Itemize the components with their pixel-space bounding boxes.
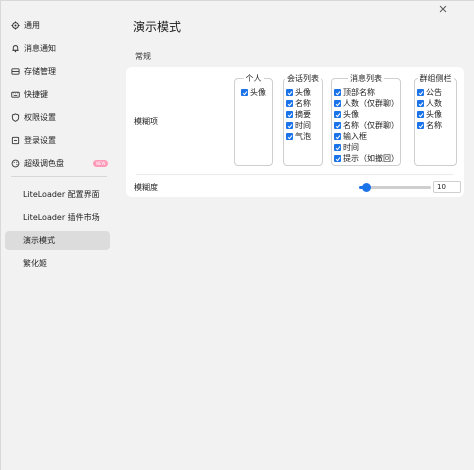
sidebar-item-label: 快捷键 <box>24 90 48 99</box>
checkbox-personal-avatar[interactable]: 头像 <box>241 88 266 97</box>
sidebar-item-demo-mode[interactable]: 演示模式 <box>5 231 110 250</box>
storage-icon <box>10 67 20 77</box>
check-icon <box>334 111 341 118</box>
gear-icon <box>10 21 20 31</box>
group-message-list: 消息列表 顶部名称 人数（仅群聊） 头像 名称（仅群聊） 输入框 时间 提示（如… <box>331 74 401 166</box>
sidebar-item-permissions[interactable]: 权限设置 <box>5 108 110 127</box>
sidebar-item-storage[interactable]: 存储管理 <box>5 62 110 81</box>
shield-icon <box>10 113 20 123</box>
check-icon <box>334 100 341 107</box>
check-icon <box>417 111 424 118</box>
sidebar-item-liteloader-config[interactable]: LiteLoader 配置界面 <box>5 185 110 204</box>
check-icon <box>286 133 293 140</box>
blur-items-label: 模糊项 <box>134 117 158 126</box>
sidebar-item-label: 通用 <box>24 21 40 30</box>
page-title: 演示模式 <box>133 20 182 34</box>
checkbox-msg-member-count[interactable]: 人数（仅群聊） <box>334 99 399 108</box>
group-title: 个人 <box>243 74 264 83</box>
blur-level-input[interactable]: 10 <box>433 181 461 193</box>
check-icon <box>334 133 341 140</box>
checkbox-msg-input[interactable]: 输入框 <box>334 132 367 141</box>
login-icon <box>10 136 20 146</box>
sidebar-item-shortcuts[interactable]: 快捷键 <box>5 85 110 104</box>
group-title: 会话列表 <box>285 74 321 83</box>
new-badge: NEW <box>93 160 109 167</box>
check-icon <box>334 89 341 96</box>
checkbox-session-name[interactable]: 名称 <box>286 99 311 108</box>
check-icon <box>241 89 248 96</box>
checkbox-session-avatar[interactable]: 头像 <box>286 88 311 97</box>
check-icon <box>286 100 293 107</box>
keyboard-icon <box>10 90 20 100</box>
check-icon <box>286 111 293 118</box>
slider-thumb[interactable] <box>362 183 371 192</box>
checkbox-msg-top-name[interactable]: 顶部名称 <box>334 88 375 97</box>
checkbox-session-bubble[interactable]: 气泡 <box>286 132 311 141</box>
checkbox-msg-time[interactable]: 时间 <box>334 143 359 152</box>
blur-level-slider[interactable] <box>359 183 431 192</box>
sidebar-item-label: 权限设置 <box>24 113 56 122</box>
sidebar-item-palette[interactable]: 超级调色盘 NEW <box>5 154 110 173</box>
settings-window: 通用 消息通知 存储管理 快捷键 权限设置 登录设置 超级调色盘 NEW Lit… <box>0 0 474 470</box>
checkbox-msg-name[interactable]: 名称（仅群聊） <box>334 121 399 130</box>
main-panel: 演示模式 常规 模糊项 个人 头像 会话列表 头像 名称 摘要 时间 气泡 消息… <box>117 1 474 470</box>
check-icon <box>286 89 293 96</box>
checkbox-sidebar-notice[interactable]: 公告 <box>417 88 442 97</box>
group-title: 消息列表 <box>348 74 384 83</box>
group-personal: 个人 头像 <box>234 74 273 166</box>
sidebar-divider <box>11 176 107 177</box>
check-icon <box>417 122 424 129</box>
sidebar-item-general[interactable]: 通用 <box>5 16 110 35</box>
checkbox-msg-hint[interactable]: 提示（如撤回） <box>334 154 399 163</box>
check-icon <box>417 89 424 96</box>
sidebar-item-label: 消息通知 <box>24 44 56 53</box>
sidebar-item-label: 繁化姬 <box>23 259 47 268</box>
check-icon <box>334 155 341 162</box>
group-title: 群组侧栏 <box>417 74 454 83</box>
sidebar-item-fanhuaji[interactable]: 繁化姬 <box>5 254 110 273</box>
row-separator <box>136 174 454 175</box>
check-icon <box>334 144 341 151</box>
sidebar-item-label: 登录设置 <box>24 136 56 145</box>
checkbox-session-summary[interactable]: 摘要 <box>286 110 311 119</box>
sidebar: 通用 消息通知 存储管理 快捷键 权限设置 登录设置 超级调色盘 NEW Lit… <box>1 1 117 470</box>
sidebar-item-label: 存储管理 <box>24 67 56 76</box>
check-icon <box>417 100 424 107</box>
close-icon <box>439 5 447 13</box>
sidebar-item-login[interactable]: 登录设置 <box>5 131 110 150</box>
close-button[interactable] <box>438 4 448 14</box>
sidebar-item-liteloader-market[interactable]: LiteLoader 插件市场 <box>5 208 110 227</box>
blur-level-label: 模糊度 <box>134 183 158 192</box>
checkbox-session-time[interactable]: 时间 <box>286 121 311 130</box>
checkbox-msg-avatar[interactable]: 头像 <box>334 110 359 119</box>
sidebar-item-label: 演示模式 <box>23 236 55 245</box>
bell-icon <box>10 44 20 54</box>
sidebar-item-notifications[interactable]: 消息通知 <box>5 39 110 58</box>
sidebar-item-label: LiteLoader 插件市场 <box>23 213 100 222</box>
sidebar-item-label: LiteLoader 配置界面 <box>23 190 100 199</box>
group-group-sidebar: 群组侧栏 公告 人数 头像 名称 <box>414 74 457 166</box>
sidebar-item-label: 超级调色盘 <box>24 159 64 168</box>
settings-card: 模糊项 个人 头像 会话列表 头像 名称 摘要 时间 气泡 消息列表 顶部名称 … <box>126 67 464 197</box>
checkbox-sidebar-name[interactable]: 名称 <box>417 121 442 130</box>
check-icon <box>334 122 341 129</box>
check-icon <box>286 122 293 129</box>
checkbox-sidebar-member-count[interactable]: 人数 <box>417 99 442 108</box>
group-session-list: 会话列表 头像 名称 摘要 时间 气泡 <box>283 74 323 166</box>
section-title: 常规 <box>135 52 151 61</box>
palette-icon <box>10 159 20 169</box>
checkbox-sidebar-avatar[interactable]: 头像 <box>417 110 442 119</box>
